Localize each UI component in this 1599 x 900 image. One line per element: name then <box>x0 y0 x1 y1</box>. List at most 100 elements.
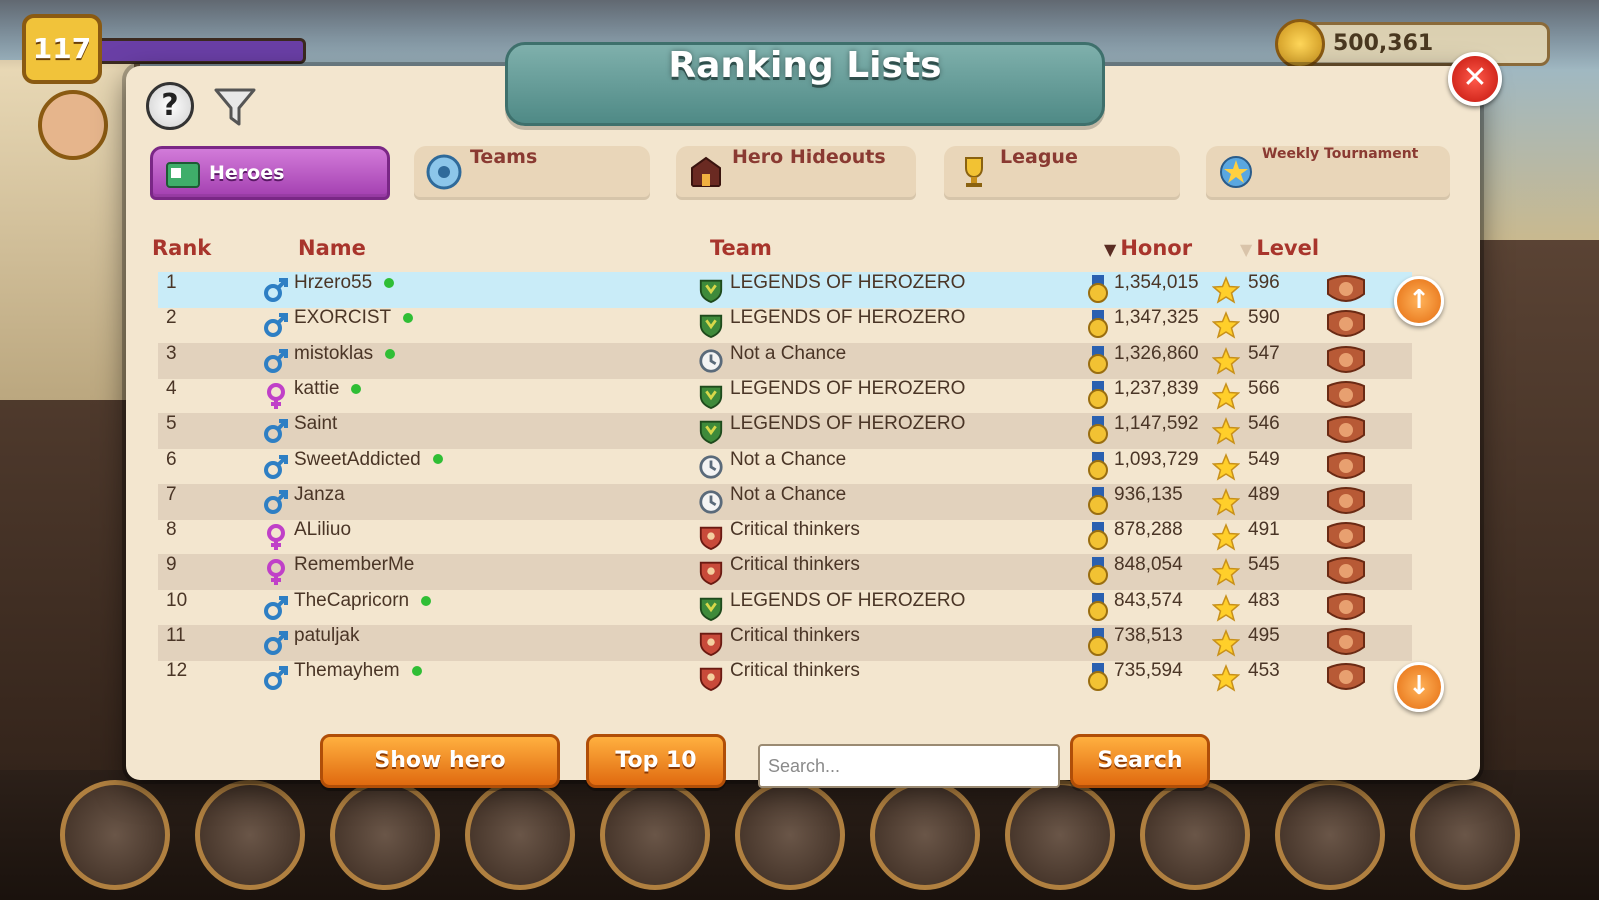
bottom-slot-7[interactable] <box>870 780 980 890</box>
team-name[interactable]: Critical thinkers <box>730 625 860 647</box>
honor-value: 1,147,592 <box>1114 413 1199 435</box>
search-input[interactable] <box>758 744 1060 788</box>
table-row[interactable]: 11 patuljak Critical thinkers 738,513 495 <box>158 625 1412 661</box>
rank-cell: 9 <box>166 554 177 576</box>
player-name[interactable]: EXORCIST <box>294 307 414 329</box>
honor-value: 1,237,839 <box>1114 377 1199 399</box>
honor-medal-icon <box>1088 451 1108 480</box>
column-header-rank[interactable]: Rank <box>152 236 211 260</box>
table-row[interactable]: 4 kattie LEGENDS OF HEROZERO 1,237,839 566 <box>158 378 1412 414</box>
male-icon <box>264 666 288 691</box>
search-button[interactable]: Search <box>1070 734 1210 788</box>
bottom-slot-10[interactable] <box>1275 780 1385 890</box>
player-name[interactable]: mistoklas <box>294 342 396 365</box>
table-row[interactable]: 6 SweetAddicted Not a Chance 1,093,729 549 <box>158 449 1412 485</box>
honor-value: 1,347,325 <box>1114 307 1199 329</box>
close-button[interactable]: ✕ <box>1448 52 1502 106</box>
rank-cell: 7 <box>166 483 177 505</box>
tab-weekly-tournament-label: Weekly Tournament <box>1262 146 1419 162</box>
honor-medal-icon <box>1088 275 1108 303</box>
team-name[interactable]: Critical thinkers <box>730 660 860 682</box>
column-header-level[interactable]: ▼ Level <box>1240 236 1319 260</box>
table-row[interactable]: 10 TheCapricorn LEGENDS OF HEROZERO 843,574… <box>158 590 1412 626</box>
bottom-slot-1[interactable] <box>60 780 170 890</box>
player-name[interactable]: Saint <box>294 413 337 435</box>
player-name[interactable]: Hrzero55 <box>294 272 395 294</box>
hideout-icon <box>691 156 721 187</box>
team-name[interactable]: LEGENDS OF HEROZERO <box>730 272 965 294</box>
tab-heroes[interactable]: Heroes <box>150 146 390 200</box>
table-row[interactable]: 2 EXORCIST LEGENDS OF HEROZERO 1,347,325 590 <box>158 307 1412 343</box>
honor-value: 848,054 <box>1114 554 1183 576</box>
team-name[interactable]: Not a Chance <box>730 343 846 365</box>
level-star-icon <box>1212 629 1240 657</box>
column-header-team[interactable]: Team <box>710 236 772 260</box>
team-name[interactable]: LEGENDS OF HEROZERO <box>730 307 965 329</box>
player-name[interactable]: kattie <box>294 378 362 400</box>
table-row[interactable]: 3 mistoklas Not a Chance 1,326,860 547 <box>158 342 1412 379</box>
show-hero-button[interactable]: Show hero <box>320 734 560 788</box>
team-name[interactable]: LEGENDS OF HEROZERO <box>730 590 965 612</box>
player-name-text: Janza <box>294 483 345 505</box>
team-name[interactable]: Not a Chance <box>730 484 846 506</box>
female-icon <box>267 559 285 586</box>
tab-hero-hideouts[interactable]: Hero Hideouts <box>676 146 916 200</box>
team-name[interactable]: Critical thinkers <box>730 519 860 541</box>
sort-desc-icon: ▼ <box>1104 240 1117 259</box>
bottom-slot-6[interactable] <box>735 780 845 890</box>
player-name[interactable]: Themayhem <box>294 660 422 682</box>
male-icon <box>264 313 288 338</box>
team-name[interactable]: LEGENDS OF HEROZERO <box>730 378 965 400</box>
level-star-icon <box>1212 664 1240 692</box>
level-star-icon <box>1212 452 1240 481</box>
player-name[interactable]: patuljak <box>294 625 360 647</box>
level-star-icon <box>1212 346 1240 375</box>
player-name[interactable]: RememberMe <box>294 554 414 576</box>
table-row[interactable]: 5 Saint LEGENDS OF HEROZERO 1,147,592 546 <box>158 413 1412 450</box>
player-avatar[interactable] <box>38 90 108 160</box>
tab-weekly-tournament[interactable]: Weekly Tournament <box>1206 146 1450 200</box>
table-row[interactable]: 7 Janza Not a Chance 936,135 489 <box>158 483 1412 520</box>
online-status-icon <box>351 383 362 394</box>
male-icon <box>264 489 288 514</box>
help-button[interactable]: ? <box>146 82 194 130</box>
filter-icon[interactable] <box>212 84 258 130</box>
online-status-icon <box>411 666 422 677</box>
bottom-slot-9[interactable] <box>1140 780 1250 890</box>
team-name[interactable]: Critical thinkers <box>730 554 860 576</box>
top10-button[interactable]: Top 10 <box>586 734 726 788</box>
level-star-icon <box>1212 593 1240 622</box>
scroll-up-button[interactable]: ↑ <box>1394 276 1444 326</box>
table-row[interactable]: 8 ALiliuo Critical thinkers 878,288 491 <box>158 519 1412 555</box>
bottom-slot-2[interactable] <box>195 780 305 890</box>
player-name[interactable]: ALiliuo <box>294 519 351 541</box>
team-emblem-icon <box>699 562 723 586</box>
team-emblem-icon <box>699 632 723 657</box>
male-icon <box>264 348 288 373</box>
table-row[interactable]: 9 RememberMe Critical thinkers 848,054 545 <box>158 554 1412 591</box>
rank-badge-icon <box>1327 486 1365 514</box>
tab-league[interactable]: League <box>944 146 1180 200</box>
table-row[interactable]: 12 Themayhem Critical thinkers 735,594 453 <box>158 660 1412 696</box>
team-name[interactable]: LEGENDS OF HEROZERO <box>730 413 965 435</box>
rank-cell: 6 <box>166 448 177 470</box>
player-name[interactable]: SweetAddicted <box>294 449 443 471</box>
bottom-slot-5[interactable] <box>600 780 710 890</box>
level-value: 491 <box>1248 519 1280 541</box>
scroll-down-button[interactable]: ↓ <box>1394 662 1444 712</box>
player-name[interactable]: Janza <box>294 484 345 506</box>
table-row[interactable]: 1 Hrzero55 LEGENDS OF HEROZERO 1,354,015 596 <box>158 272 1412 308</box>
player-name-text: RememberMe <box>294 554 415 576</box>
tab-teams[interactable]: Teams <box>414 146 650 200</box>
player-name[interactable]: TheCapricorn <box>294 590 432 612</box>
team-emblem-icon <box>699 597 723 621</box>
rank-badge-icon <box>1327 345 1365 373</box>
bottom-slot-4[interactable] <box>465 780 575 890</box>
bottom-slot-3[interactable] <box>330 780 440 890</box>
team-name[interactable]: Not a Chance <box>730 449 846 471</box>
column-header-name[interactable]: Name <box>298 236 366 260</box>
column-header-honor[interactable]: ▼ Honor <box>1104 236 1192 260</box>
bottom-slot-8[interactable] <box>1005 780 1115 890</box>
bottom-slot-11[interactable] <box>1410 780 1520 890</box>
player-name-text: mistoklas <box>294 342 374 364</box>
